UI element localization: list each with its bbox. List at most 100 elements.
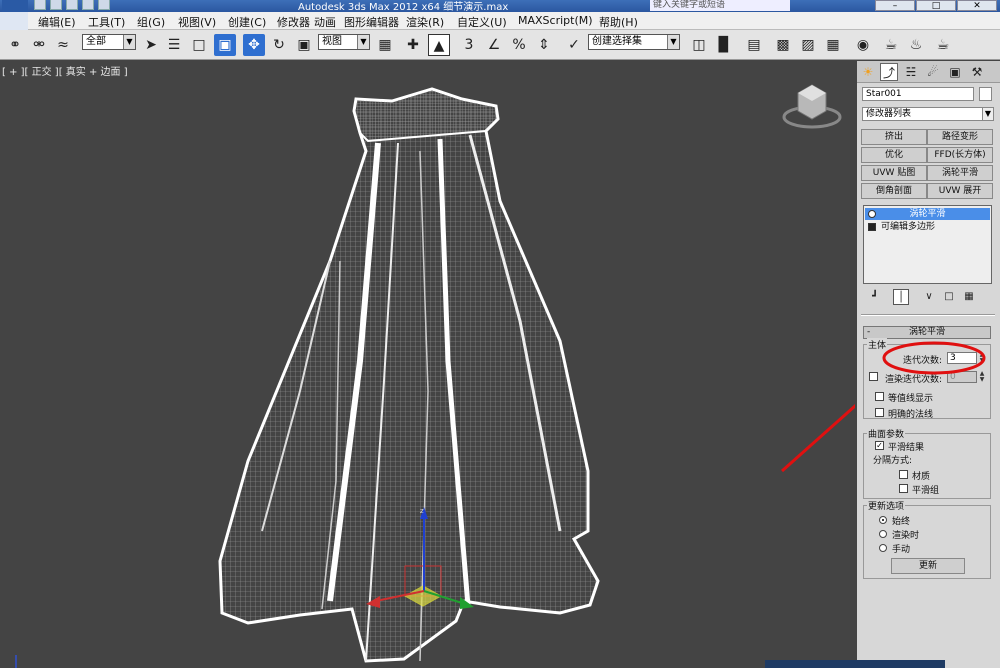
- angle-snap-icon[interactable]: ∠: [483, 34, 505, 56]
- menu-customize[interactable]: 自定义(U): [457, 14, 507, 30]
- menu-views[interactable]: 视图(V): [178, 14, 216, 30]
- manual-radio[interactable]: [879, 544, 887, 552]
- display-tab-icon[interactable]: ▣: [946, 63, 964, 81]
- iterations-spinner-arrows[interactable]: ▲ ▼: [978, 352, 986, 364]
- render-iters-spinner-arrows[interactable]: ▲ ▼: [978, 371, 986, 383]
- select-object-icon[interactable]: ➤: [140, 34, 162, 56]
- rect-selection-icon[interactable]: □: [188, 34, 210, 56]
- close-button[interactable]: ✕: [957, 0, 997, 11]
- render-iters-label: 渲染迭代次数:: [885, 375, 943, 385]
- graphite-tools-icon[interactable]: ▩: [772, 34, 794, 56]
- hierarchy-tab-icon[interactable]: ☵: [902, 63, 920, 81]
- pivot-center-icon[interactable]: ▦: [374, 34, 396, 56]
- bevel-profile-button[interactable]: 倒角剖面: [861, 183, 927, 199]
- menu-edit[interactable]: 编辑(E): [38, 14, 76, 30]
- selection-filter-dropdown[interactable]: 全部 ▼: [82, 34, 136, 50]
- menu-tools[interactable]: 工具(T): [88, 14, 125, 30]
- bind-space-warp-icon[interactable]: ≈: [52, 34, 74, 56]
- move-icon[interactable]: ✥: [243, 34, 265, 56]
- iterations-spinner[interactable]: 3: [947, 352, 977, 364]
- vase-mesh-object[interactable]: [218, 87, 600, 663]
- link-icon[interactable]: ⚭: [4, 34, 26, 56]
- named-selection-dropdown[interactable]: 创建选择集 ▼: [588, 34, 680, 50]
- minimize-button[interactable]: –: [875, 0, 915, 11]
- open-file-icon[interactable]: [50, 0, 62, 10]
- viewcube[interactable]: [782, 84, 842, 129]
- menu-maxscript[interactable]: MAXScript(M): [518, 14, 593, 27]
- new-file-icon[interactable]: [34, 0, 46, 10]
- always-radio[interactable]: [879, 516, 887, 524]
- modify-tab-icon[interactable]: ⤴: [880, 63, 898, 81]
- menu-create[interactable]: 创建(C): [228, 14, 266, 30]
- smoothing-groups-checkbox[interactable]: [899, 484, 908, 493]
- unwrap-uvw-button[interactable]: UVW 展开: [927, 183, 993, 199]
- stack-item-editable-poly[interactable]: 可编辑多边形: [865, 221, 990, 233]
- uvw-map-button[interactable]: UVW 贴图: [861, 165, 927, 181]
- explicit-normals-checkbox[interactable]: [875, 408, 884, 417]
- rendered-frame-icon[interactable]: ♨: [905, 34, 927, 56]
- percent-snap-icon[interactable]: %: [508, 34, 530, 56]
- keyboard-shortcut-icon[interactable]: ▲: [428, 34, 450, 56]
- curve-editor-icon[interactable]: ▨: [797, 34, 819, 56]
- when-rendering-radio[interactable]: [879, 530, 887, 538]
- window-crossing-icon[interactable]: ▣: [214, 34, 236, 56]
- edit-named-selection-icon[interactable]: ✓: [563, 34, 585, 56]
- utilities-tab-icon[interactable]: ⚒: [968, 63, 986, 81]
- perspective-viewport[interactable]: [ + ][ 正交 ][ 真实 + 边面 ] z: [0, 61, 855, 668]
- search-input[interactable]: 键入关键字或短语: [650, 0, 790, 11]
- menu-modifiers[interactable]: 修改器: [277, 14, 310, 30]
- smooth-result-checkbox[interactable]: ✓: [875, 441, 884, 450]
- motion-tab-icon[interactable]: ☄: [924, 63, 942, 81]
- explicit-normals-label: 明确的法线: [888, 410, 934, 420]
- turbosmooth-button[interactable]: 涡轮平滑: [927, 165, 993, 181]
- configure-sets-icon[interactable]: ▦: [961, 289, 977, 305]
- make-unique-icon[interactable]: ∨: [921, 289, 937, 305]
- mirror-icon[interactable]: ◫: [688, 34, 710, 56]
- redo-icon[interactable]: [98, 0, 110, 10]
- stack-item-turbosmooth[interactable]: 涡轮平滑: [865, 208, 990, 220]
- undo-icon[interactable]: [82, 0, 94, 10]
- layer-manager-icon[interactable]: ▤: [743, 34, 765, 56]
- path-deform-button[interactable]: 路径变形: [927, 129, 993, 145]
- menu-graph-editors[interactable]: 图形编辑器: [344, 14, 399, 30]
- snaps-toggle-icon[interactable]: 3: [458, 34, 480, 56]
- material-editor-icon[interactable]: ◉: [852, 34, 874, 56]
- select-manipulate-icon[interactable]: ✚: [402, 34, 424, 56]
- extrude-button[interactable]: 挤出: [861, 129, 927, 145]
- light-bulb-icon[interactable]: [868, 210, 876, 218]
- ffd-box-button[interactable]: FFD(长方体): [927, 147, 993, 163]
- select-by-name-icon[interactable]: ☰: [163, 34, 185, 56]
- material-checkbox[interactable]: [899, 470, 908, 479]
- optimize-button[interactable]: 优化: [861, 147, 927, 163]
- spinner-snap-icon[interactable]: ⇕: [533, 34, 555, 56]
- pin-stack-icon[interactable]: ┛: [867, 289, 883, 305]
- align-icon[interactable]: ▉: [713, 34, 735, 56]
- remove-modifier-icon[interactable]: □: [941, 289, 957, 305]
- unlink-icon[interactable]: ⚮: [28, 34, 50, 56]
- scale-icon[interactable]: ▣: [293, 34, 315, 56]
- render-iters-spinner[interactable]: 0: [947, 371, 977, 383]
- menu-rendering[interactable]: 渲染(R): [406, 14, 444, 30]
- render-iters-checkbox[interactable]: [869, 372, 878, 381]
- show-end-result-icon[interactable]: │: [893, 289, 909, 305]
- maximize-button[interactable]: □: [916, 0, 956, 11]
- isoline-checkbox[interactable]: [875, 392, 884, 401]
- modifier-list-dropdown[interactable]: 修改器列表 ▼: [862, 107, 994, 121]
- expand-icon[interactable]: [868, 223, 876, 231]
- render-setup-icon[interactable]: ☕: [880, 34, 902, 56]
- rotate-icon[interactable]: ↻: [268, 34, 290, 56]
- modifier-stack[interactable]: 涡轮平滑 可编辑多边形: [863, 205, 992, 284]
- object-color-swatch[interactable]: [979, 87, 992, 101]
- object-name-field[interactable]: Star001: [862, 87, 974, 101]
- menu-group[interactable]: 组(G): [137, 14, 165, 30]
- create-tab-icon[interactable]: ☀: [859, 63, 877, 81]
- save-file-icon[interactable]: [66, 0, 78, 10]
- menu-animation[interactable]: 动画: [314, 14, 336, 30]
- update-button[interactable]: 更新: [891, 558, 965, 574]
- menu-help[interactable]: 帮助(H): [599, 14, 638, 30]
- update-group-label: 更新选项: [867, 499, 906, 512]
- render-production-icon[interactable]: ☕: [932, 34, 954, 56]
- reference-coord-dropdown[interactable]: 视图 ▼: [318, 34, 370, 50]
- schematic-view-icon[interactable]: ▦: [822, 34, 844, 56]
- main-toolbar: ⚭ ⚮ ≈ 全部 ▼ ➤ ☰ □ ▣ ✥ ↻ ▣ 视图 ▼ ▦ ✚ ▲ 3 ∠ % …: [0, 30, 1000, 60]
